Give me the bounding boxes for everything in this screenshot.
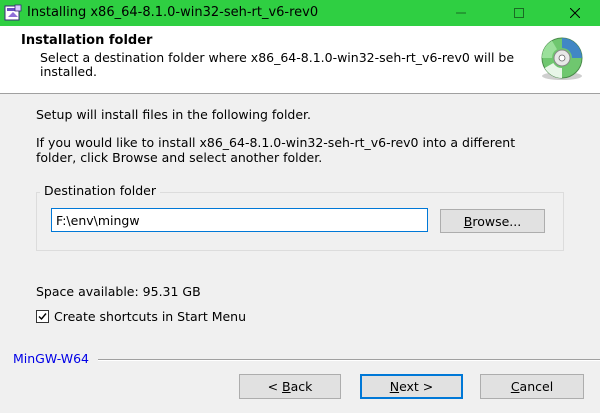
page-title: Installation folder [21,33,153,48]
browse-button[interactable]: Browse... [440,209,545,233]
cancel-label: ancel [519,379,554,394]
checkmark-icon [38,313,47,321]
cancel-accelerator: C [510,379,520,394]
create-shortcuts-checkbox[interactable] [36,310,49,323]
space-available: Space available: 95.31 GB [36,284,201,299]
destination-folder-label: Destination folder [40,183,160,198]
back-label: ack [290,379,313,394]
footer-separator [98,359,600,361]
title-bar[interactable]: Installing x86_64-8.1.0-win32-seh-rt_v6-… [0,0,600,26]
installer-app-icon [4,4,22,21]
close-button[interactable] [552,0,598,26]
destination-path-input[interactable] [51,208,428,232]
back-prefix: < [267,379,283,394]
next-button[interactable]: Next > [360,374,463,399]
back-accelerator: B [282,379,291,394]
next-accelerator: N [389,379,400,394]
cd-disc-icon [541,37,583,80]
browse-label: rowse... [472,213,522,229]
intro-text: Setup will install files in the followin… [36,107,312,122]
window-title: Installing x86_64-8.1.0-win32-seh-rt_v6-… [27,5,319,20]
cancel-button[interactable]: Cancel [480,374,584,399]
minimize-button[interactable] [438,0,484,26]
minimize-icon [456,12,466,14]
browse-accelerator: B [463,213,473,229]
close-icon [570,8,580,18]
page-subtitle: Select a destination folder where x86_64… [40,50,515,79]
instructions-line-2: folder, click Browse and select another … [36,150,323,165]
back-button[interactable]: < Back [239,374,341,399]
maximize-icon [514,8,524,18]
create-shortcuts-label[interactable]: Create shortcuts in Start Menu [54,309,246,324]
brand-label: MinGW-W64 [13,351,89,366]
maximize-button[interactable] [496,0,542,26]
next-label: ext > [399,379,434,394]
header-panel: Installation folder Select a destination… [0,26,600,94]
instructions-line-1: If you would like to install x86_64-8.1.… [36,135,516,150]
